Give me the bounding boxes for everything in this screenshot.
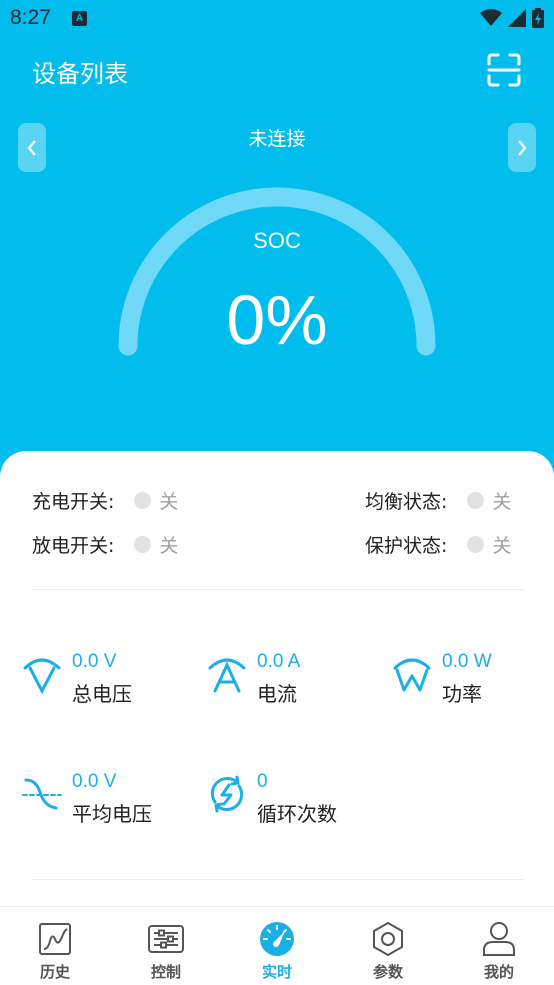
soc-value: 0% <box>226 281 328 359</box>
current-value: 0.0 A <box>257 651 301 672</box>
current-icon <box>208 658 246 693</box>
history-chart-icon <box>39 923 71 955</box>
cycles-label: 循环次数 <box>257 802 337 826</box>
charge-switch-value: 关 <box>159 491 179 513</box>
protect-status-indicator <box>467 536 485 553</box>
average-voltage-value: 0.0 V <box>72 771 117 792</box>
balance-status-value: 关 <box>492 491 512 513</box>
tab-history[interactable]: 历史 <box>0 907 110 985</box>
tab-realtime[interactable]: 实时 <box>222 907 332 985</box>
current-label: 电流 <box>257 682 297 706</box>
average-voltage-label: 平均电压 <box>72 802 152 826</box>
discharge-switch-indicator <box>134 536 152 553</box>
protect-status-value: 关 <box>492 535 512 557</box>
tab-parameters-label: 参数 <box>372 963 403 981</box>
sliders-icon <box>148 925 184 953</box>
total-voltage-label: 总电压 <box>72 682 132 706</box>
discharge-switch-row: 放电开关: 关 <box>32 531 178 558</box>
charge-switch-label: 充电开关: <box>32 491 115 513</box>
total-voltage-value: 0.0 V <box>72 651 117 672</box>
user-icon <box>483 922 515 956</box>
cycles-value: 0 <box>257 771 268 792</box>
tab-mine-label: 我的 <box>483 963 514 981</box>
charge-switch-indicator <box>134 492 152 509</box>
power-value: 0.0 W <box>442 651 492 672</box>
balance-status-row: 均衡状态: 关 <box>365 487 511 514</box>
protect-status-label: 保护状态: <box>365 535 448 557</box>
soc-label: SOC <box>253 228 301 253</box>
protect-status-row: 保护状态: 关 <box>365 531 511 558</box>
tab-parameters[interactable]: 参数 <box>333 907 443 985</box>
tab-realtime-label: 实时 <box>261 963 292 981</box>
hexagon-nut-icon <box>373 921 403 957</box>
header-panel: 8:27 A 设备列表 未连接 SOC 0% <box>0 0 554 470</box>
gauge-icon <box>260 922 294 956</box>
discharge-switch-value: 关 <box>159 535 179 557</box>
balance-status-label: 均衡状态: <box>365 491 448 513</box>
average-voltage-icon <box>22 778 62 810</box>
discharge-switch-label: 放电开关: <box>32 535 115 557</box>
tab-history-label: 历史 <box>39 963 70 981</box>
voltage-icon <box>23 658 61 694</box>
power-label: 功率 <box>442 682 482 706</box>
charge-switch-row: 充电开关: 关 <box>32 487 178 514</box>
bottom-tab-bar: 历史 控制 实时 参数 我的 <box>0 906 554 985</box>
balance-status-indicator <box>467 492 485 509</box>
tab-mine[interactable]: 我的 <box>444 907 554 985</box>
tab-control[interactable]: 控制 <box>111 907 221 985</box>
power-icon <box>393 658 431 692</box>
cycle-icon <box>210 775 244 813</box>
divider <box>32 589 524 590</box>
divider <box>32 879 524 880</box>
tab-control-label: 控制 <box>150 963 181 981</box>
